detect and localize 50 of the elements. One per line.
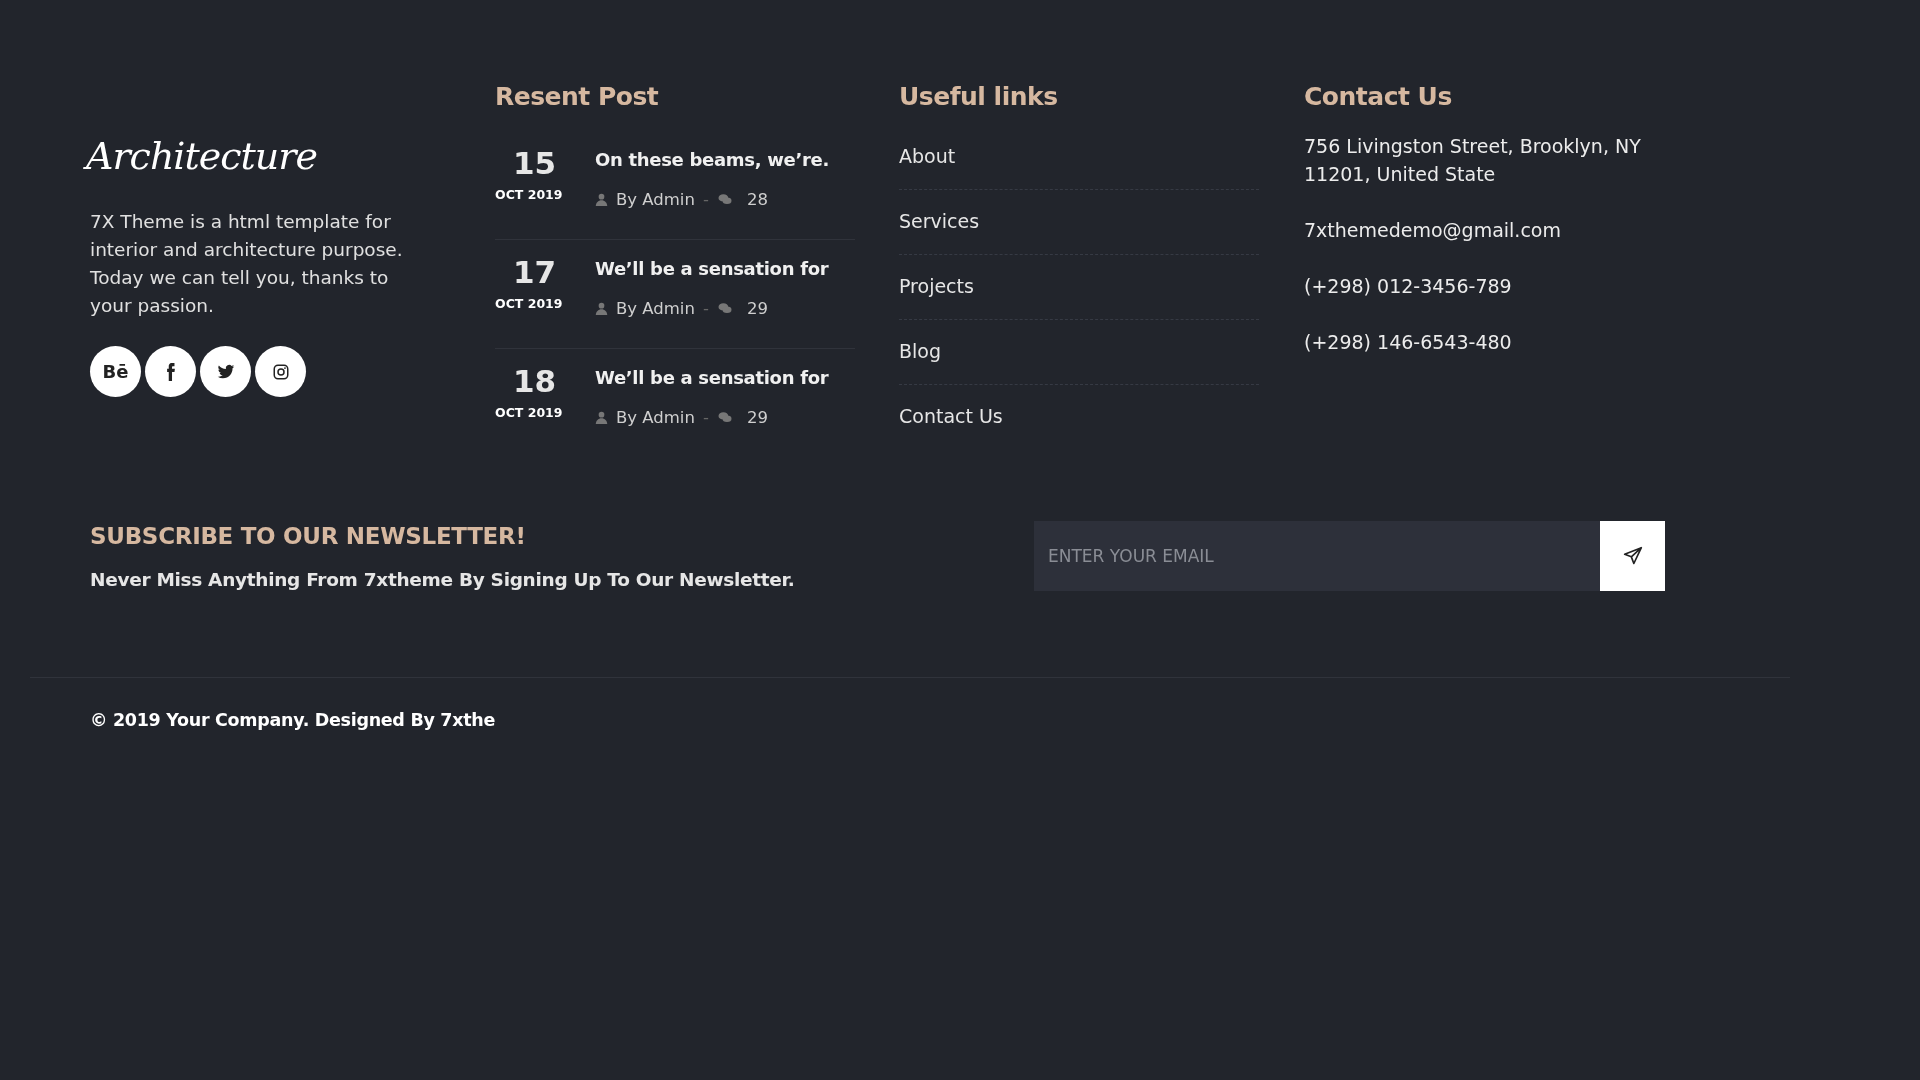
section-heading: Useful links [899,82,1059,111]
contact-line: (+298) 012-3456-789 [1304,274,1513,299]
comment-count: 29 [746,299,768,318]
meta-separator: - [702,299,709,318]
post-title-link[interactable]: On these beams, we’re. [595,149,829,170]
post-day: 15 [513,145,557,181]
newsletter-text: Never Miss Anything From 7xtheme By Signing Up To Our Newsletter. [90,568,795,590]
section-heading: Resent Post [495,82,660,111]
comment-count: 29 [746,408,768,427]
contact-line: 7xthemedemo@gmail.com [1304,218,1562,243]
comment-count: 28 [746,190,768,209]
post-author: By Admin [616,190,695,209]
footer-link[interactable]: Services [899,210,1259,255]
about-text: 7X Theme is a html template for interior and architecture purpose. Today we can tell you, thanks to your passion. [90,210,404,318]
copyright-text: © 2019 Your Company. Designed By 7xthe [90,710,495,730]
post-month-year: OCT 2019 [495,405,563,420]
contact-line: 756 Livingston Street, Brooklyn, NY 11201, United State [1304,134,1642,187]
comments-icon [716,411,733,424]
behance-button[interactable]: Bē [90,346,141,397]
comments-icon [716,302,733,315]
post-day: 17 [513,254,557,290]
meta-separator: - [702,408,709,427]
send-button[interactable] [1600,521,1665,591]
paper-plane-icon [1622,546,1643,566]
post-title-link[interactable]: We’ll be a sensation for [595,258,829,279]
meta-separator: - [702,190,709,209]
newsletter-heading: SUBSCRIBE TO OUR NEWSLETTER! [90,522,527,549]
user-icon [595,302,608,315]
camera-icon [271,362,290,381]
facebook-button[interactable] [145,346,196,397]
post-author: By Admin [616,408,695,427]
post-month-year: OCT 2019 [495,296,563,311]
user-icon [595,411,608,424]
twitter-button[interactable] [200,346,251,397]
letter-f-icon [166,362,175,381]
section-heading: Contact Us [1304,82,1453,111]
comments-icon [716,193,733,206]
contact-line: (+298) 146-6543-480 [1304,330,1513,355]
footer-link[interactable]: Projects [899,275,1259,320]
post-title-link[interactable]: We’ll be a sensation for [595,367,829,388]
post-day: 18 [513,363,557,399]
footer-link[interactable]: Contact Us [899,405,1259,449]
user-icon [595,193,608,206]
instagram-button[interactable] [255,346,306,397]
footer-link[interactable]: Blog [899,340,1259,385]
footer-link[interactable]: About [899,145,1259,190]
bird-icon [216,362,235,381]
email-field[interactable]: ENTER YOUR EMAIL [1034,521,1600,591]
post-author: By Admin [616,299,695,318]
post-month-year: OCT 2019 [495,187,563,202]
